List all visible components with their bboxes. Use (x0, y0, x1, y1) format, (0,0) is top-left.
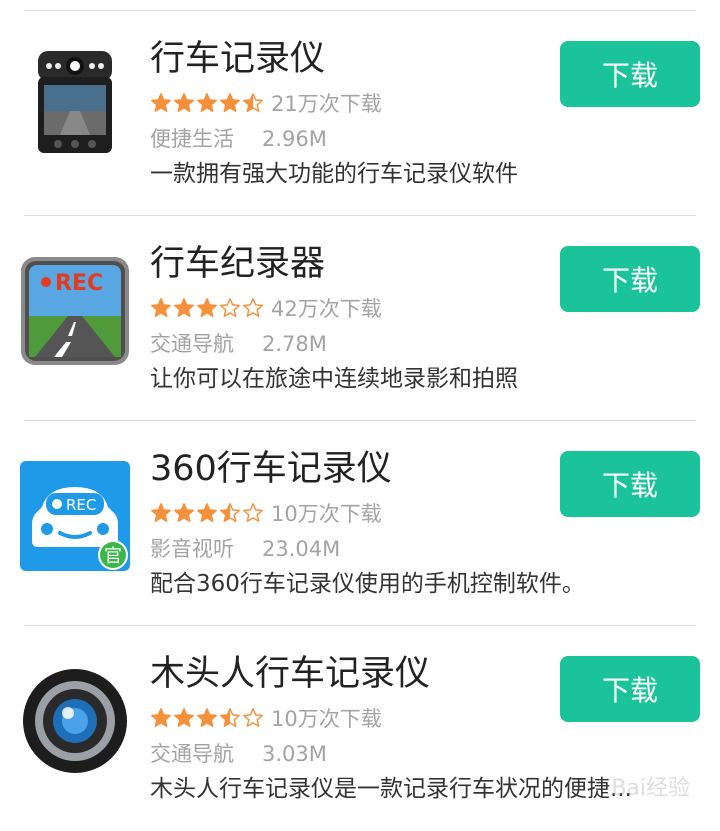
star-full-icon (151, 708, 171, 727)
app-title[interactable]: 木头人行车记录仪 (150, 652, 430, 696)
app-description: 一款拥有强大功能的行车记录仪软件 (150, 161, 518, 187)
star-half-icon (243, 93, 263, 112)
star-half-icon (220, 708, 240, 727)
official-badge: 官 (104, 546, 122, 567)
app-meta: 交通导航 2.78M (150, 330, 327, 358)
app-meta: 影音视听 23.04M (150, 535, 340, 563)
download-button[interactable]: 下载 (560, 656, 700, 722)
app-category: 影音视听 (150, 537, 234, 561)
app-meta: 交通导航 3.03M (150, 740, 327, 768)
star-full-icon (151, 503, 171, 522)
rec-road-icon[interactable]: REC (20, 256, 130, 366)
app-title[interactable]: 360行车记录仪 (150, 447, 392, 491)
app-description: 让你可以在旅途中连续地录影和拍照 (150, 366, 518, 392)
star-rating (150, 707, 265, 729)
star-full-icon (174, 503, 194, 522)
star-empty-icon (220, 298, 240, 317)
rec-label: REC (55, 271, 103, 296)
app-list-item[interactable]: REC 官 360行车记录仪 10万次下载 影音视听 23.04M 配合360行车… (0, 421, 720, 626)
download-button[interactable]: 下载 (560, 41, 700, 107)
rating-row: 42万次下载 (150, 292, 382, 324)
star-full-icon (220, 93, 240, 112)
star-full-icon (197, 93, 217, 112)
star-empty-icon (243, 298, 263, 317)
star-full-icon (197, 708, 217, 727)
star-rating (150, 297, 265, 319)
app-title[interactable]: 行车记录仪 (150, 37, 325, 81)
dashcam-device-icon[interactable] (20, 51, 130, 161)
download-count: 21万次下载 (271, 92, 382, 116)
rating-row: 21万次下载 (150, 87, 382, 119)
star-full-icon (174, 708, 194, 727)
download-button[interactable]: 下载 (560, 451, 700, 517)
star-half-icon (220, 503, 240, 522)
app-category: 便捷生活 (150, 127, 234, 151)
download-button[interactable]: 下载 (560, 246, 700, 312)
download-count: 10万次下载 (271, 707, 382, 731)
app-size: 2.96M (262, 127, 327, 151)
app-category: 交通导航 (150, 332, 234, 356)
star-full-icon (197, 503, 217, 522)
star-full-icon (151, 298, 171, 317)
car-rec-official-icon[interactable]: REC 官 (20, 461, 130, 571)
star-empty-icon (243, 503, 263, 522)
app-description: 木头人行车记录仪是一款记录行车状况的便捷... (150, 776, 632, 802)
app-list-item[interactable]: 行车记录仪 21万次下载 便捷生活 2.96M 一款拥有强大功能的行车记录仪软件 … (0, 11, 720, 216)
app-size: 23.04M (262, 537, 341, 561)
star-rating (150, 92, 265, 114)
app-description: 配合360行车记录仪使用的手机控制软件。 (150, 571, 585, 597)
watermark: Bai经验 (611, 776, 690, 801)
rec-label: REC (66, 496, 96, 514)
app-meta: 便捷生活 2.96M (150, 125, 327, 153)
app-category: 交通导航 (150, 742, 234, 766)
download-count: 10万次下载 (271, 502, 382, 526)
star-empty-icon (243, 708, 263, 727)
star-rating (150, 502, 265, 524)
star-full-icon (197, 298, 217, 317)
download-count: 42万次下载 (271, 297, 382, 321)
app-size: 3.03M (262, 742, 327, 766)
star-full-icon (174, 298, 194, 317)
app-list-item[interactable]: REC 行车纪录器 42万次下载 交通导航 2.78M 让你可以在旅途中连续地录影… (0, 216, 720, 421)
star-full-icon (151, 93, 171, 112)
camera-lens-icon[interactable] (20, 666, 130, 776)
rating-row: 10万次下载 (150, 497, 382, 529)
app-title[interactable]: 行车纪录器 (150, 242, 325, 286)
rating-row: 10万次下载 (150, 702, 382, 734)
app-size: 2.78M (262, 332, 327, 356)
star-full-icon (174, 93, 194, 112)
